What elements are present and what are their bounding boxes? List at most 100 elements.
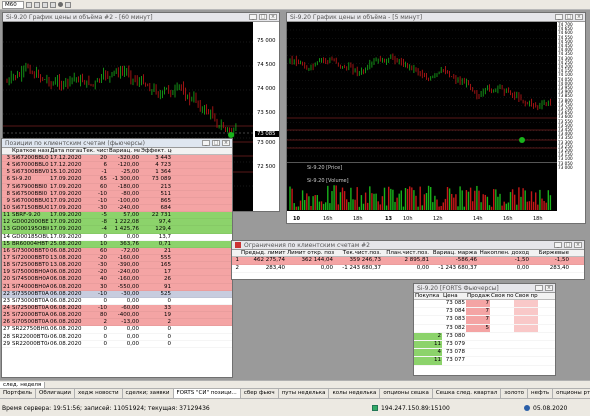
- window-titlebar[interactable]: Si-9.20 График цены и объёма - [5 минут]…: [287, 13, 585, 22]
- maximize-icon[interactable]: □: [564, 242, 572, 248]
- workspace-tab[interactable]: сбер фьюч: [241, 389, 279, 398]
- table-row[interactable]: 26 Si70500BT0A 06.08.2020 2 -13,00 2: [2, 319, 232, 327]
- price-chart-5min[interactable]: Si-9.20 [Price] Si-9.20 [Volume] 16h 18h 10h…: [287, 22, 559, 224]
- close-icon[interactable]: ×: [574, 242, 582, 248]
- maximize-icon[interactable]: □: [259, 14, 267, 20]
- zoom-out-icon[interactable]: [50, 1, 56, 8]
- column-header[interactable]: Цена: [442, 293, 466, 299]
- column-header[interactable]: Вариац. маржа: [108, 148, 140, 154]
- table-row[interactable]: 15 BR60004HBT0 25.08.2020 10 363,76 0,71: [2, 240, 232, 248]
- window-titlebar[interactable]: Ограничения по клиентским счетам #2 _ □ ×: [232, 241, 584, 250]
- table-row[interactable]: 28 SR22000BT0A 06.08.2020 0 0,00 0: [2, 333, 232, 341]
- workspace-tab[interactable]: нефть: [528, 389, 554, 398]
- dropdown-arrow-icon[interactable]: [26, 1, 32, 8]
- table-row[interactable]: 21 Si74000BH0A 06.08.2020 30 -550,00 91: [2, 283, 232, 291]
- table-row[interactable]: 19 Si75000BH0A 06.08.2020 -20 -240,00 17: [2, 269, 232, 277]
- column-header[interactable]: Тек. чист.: [82, 148, 108, 154]
- table-row[interactable]: 8 Si67500BBI0 17.09.2020 -10 -80,00 511: [2, 190, 232, 198]
- column-header[interactable]: Лимит откр. поз.: [286, 250, 334, 256]
- chart-type-icon[interactable]: [34, 1, 40, 8]
- column-header[interactable]: Предыд. лимит: [240, 250, 286, 256]
- window-titlebar[interactable]: Позиции по клиентским счетам (фьючерсы) …: [2, 139, 232, 148]
- orderbook-row[interactable]: 73 083 7: [414, 316, 555, 325]
- table-row[interactable]: 7 Si67900BBI0 17.09.2020 60 -180,00 213: [2, 183, 232, 191]
- column-header[interactable]: Дата погаше: [49, 148, 82, 154]
- orderbook-row[interactable]: 73 082 5: [414, 324, 555, 333]
- table-row[interactable]: 20 Si74500BH0A 06.08.2020 40 -160,00 26: [2, 276, 232, 284]
- workspace-tab[interactable]: хедж новости: [75, 389, 123, 398]
- table-row[interactable]: 12 GD002000BE0 17.09.2020 -8 1 222,08 97,4: [2, 219, 232, 227]
- column-header[interactable]: Тек.чист.поз.: [334, 250, 382, 256]
- close-icon[interactable]: ×: [575, 14, 583, 20]
- column-header[interactable]: Вариац. маржа: [430, 250, 478, 256]
- table-row[interactable]: 17 Si72000BBT0B 13.08.2020 -20 -160,00 555: [2, 254, 232, 263]
- positions-window[interactable]: Позиции по клиентским счетам (фьючерсы) …: [1, 138, 233, 378]
- column-header[interactable]: Накоплен. доход: [478, 250, 530, 256]
- column-header[interactable]: Биржевые: [530, 250, 570, 256]
- table-row[interactable]: 5 Si67300BBV0 15.10.2020 -1 -25,00 1 364: [2, 169, 232, 177]
- table-row[interactable]: 3 Si67200BBL0 17.12.2020 20 -320,00 3 443: [2, 155, 232, 163]
- workspace-tab[interactable]: Портфель: [0, 389, 37, 398]
- minimize-icon[interactable]: _: [535, 285, 543, 291]
- zoom-in-icon[interactable]: [42, 1, 48, 8]
- window-titlebar[interactable]: Si-9.20 График цены и объёма #2 - [60 ми…: [3, 13, 279, 22]
- close-icon[interactable]: ×: [222, 140, 230, 146]
- table-row[interactable]: 18 Si72500BBT0B 13.08.2020 -30 -390,00 165: [2, 262, 232, 270]
- column-header[interactable]: Краткое название: [11, 148, 49, 154]
- workspace-tab[interactable]: Облигации: [36, 389, 76, 398]
- table-row[interactable]: 6 Si-9.20 17.09.2020 65 -1 300,00 73 089: [2, 176, 232, 184]
- workspace-tab[interactable]: FORTS "СИ" позици...: [173, 389, 241, 398]
- column-header[interactable]: [2, 148, 11, 154]
- workspace-tab[interactable]: колы неделька: [329, 389, 381, 398]
- maximize-icon[interactable]: □: [565, 14, 573, 20]
- column-header[interactable]: Своя пр: [514, 293, 538, 299]
- chart-window-5min[interactable]: Si-9.20 График цены и объёма - [5 минут]…: [286, 12, 586, 224]
- workspace-tab[interactable]: путы неделька: [279, 389, 330, 398]
- table-row[interactable]: 25 Si72000BT0A 06.08.2020 80 -400,00 19: [2, 312, 232, 320]
- orderbook-row[interactable]: 73 084 7: [414, 308, 555, 317]
- minimize-icon[interactable]: _: [202, 140, 210, 146]
- orderbook-row[interactable]: 73 085 7: [414, 300, 555, 309]
- table-row[interactable]: 1 462 275,74 362 144,04 359 246,73 2 895,81 -…: [232, 257, 584, 265]
- column-header[interactable]: Продажа: [466, 293, 490, 299]
- orderbook-row[interactable]: 11 73 079: [414, 340, 555, 350]
- column-header[interactable]: Своя по: [490, 293, 514, 299]
- workspace-tab[interactable]: сделки; заявки: [123, 389, 174, 398]
- column-header[interactable]: План.чист.поз.: [382, 250, 430, 256]
- minimize-icon[interactable]: _: [554, 242, 562, 248]
- settings-icon[interactable]: [65, 1, 71, 8]
- workspace-tab[interactable]: опционы ртс: [553, 389, 590, 398]
- workspace-tab[interactable]: Сешка след. квартал: [433, 389, 502, 398]
- window-titlebar[interactable]: Si-9.20 [FORTS Фьючерсы] _ ×: [414, 284, 555, 293]
- table-row[interactable]: 9 Si67000BBU0 17.09.2020 -10 -100,00 865: [2, 197, 232, 205]
- orderbook-window[interactable]: Si-9.20 [FORTS Фьючерсы] _ × Покупка Цена П…: [413, 283, 556, 376]
- table-row[interactable]: 4 Si67000BBL0 17.12.2020 6 -120,00 4 723: [2, 162, 232, 170]
- close-icon[interactable]: ×: [269, 14, 277, 20]
- table-row[interactable]: 24 Si72500BT0A 06.08.2020 -10 -60,00 33: [2, 304, 232, 313]
- table-row[interactable]: 11 SBRF-9.20 17.09.2020 -5 57,00 22 731: [2, 212, 232, 220]
- table-row[interactable]: 16 Si73000BBT0B 06.08.2020 60 -72,00 21: [2, 247, 232, 255]
- table-row[interactable]: 23 Si73000BT0A 06.08.2020 0 0,00 0: [2, 297, 232, 305]
- maximize-icon[interactable]: □: [212, 140, 220, 146]
- column-header[interactable]: Покупка: [414, 293, 442, 299]
- workspace-tab[interactable]: золото: [501, 389, 529, 398]
- minimize-icon[interactable]: _: [249, 14, 257, 20]
- table-row[interactable]: 2 283,40 0,00 -1 243 680,37 0,00 -1 243 680,3…: [232, 265, 584, 273]
- timeframe-select[interactable]: M60: [2, 0, 24, 9]
- table-row[interactable]: 22 Si73500BT0A 06.08.2020 -10 -30,00 525: [2, 290, 232, 298]
- table-row[interactable]: 27 SR22750BH0A 06.08.2020 0 0,00 0: [2, 326, 232, 334]
- orderbook-row[interactable]: 11 73 077: [414, 357, 555, 366]
- drawing-tool-icon[interactable]: [58, 2, 63, 7]
- table-row[interactable]: 10 Si67150BBU0 17.09.2020 -30 -240,00 684: [2, 204, 232, 213]
- orderbook-row[interactable]: 4 73 078: [414, 349, 555, 358]
- table-row[interactable]: 14GD00185OBU017.09.2020 0 0,00 13,7: [2, 233, 232, 241]
- column-header[interactable]: [232, 250, 240, 256]
- orderbook-row[interactable]: 2 73 080: [414, 332, 555, 341]
- limits-window[interactable]: Ограничения по клиентским счетам #2 _ □ × …: [231, 240, 585, 280]
- table-row[interactable]: 29 SR22000BT0A 06.08.2020 0 0,00 0: [2, 340, 232, 348]
- close-icon[interactable]: ×: [545, 285, 553, 291]
- minimize-icon[interactable]: _: [555, 14, 563, 20]
- column-header[interactable]: Эффект. цен: [140, 148, 172, 154]
- workspace-tab[interactable]: опционы сешка: [380, 389, 433, 398]
- table-row[interactable]: 13 GD00195OBI0 17.09.2020 -4 1 425,76 129,4: [2, 226, 232, 234]
